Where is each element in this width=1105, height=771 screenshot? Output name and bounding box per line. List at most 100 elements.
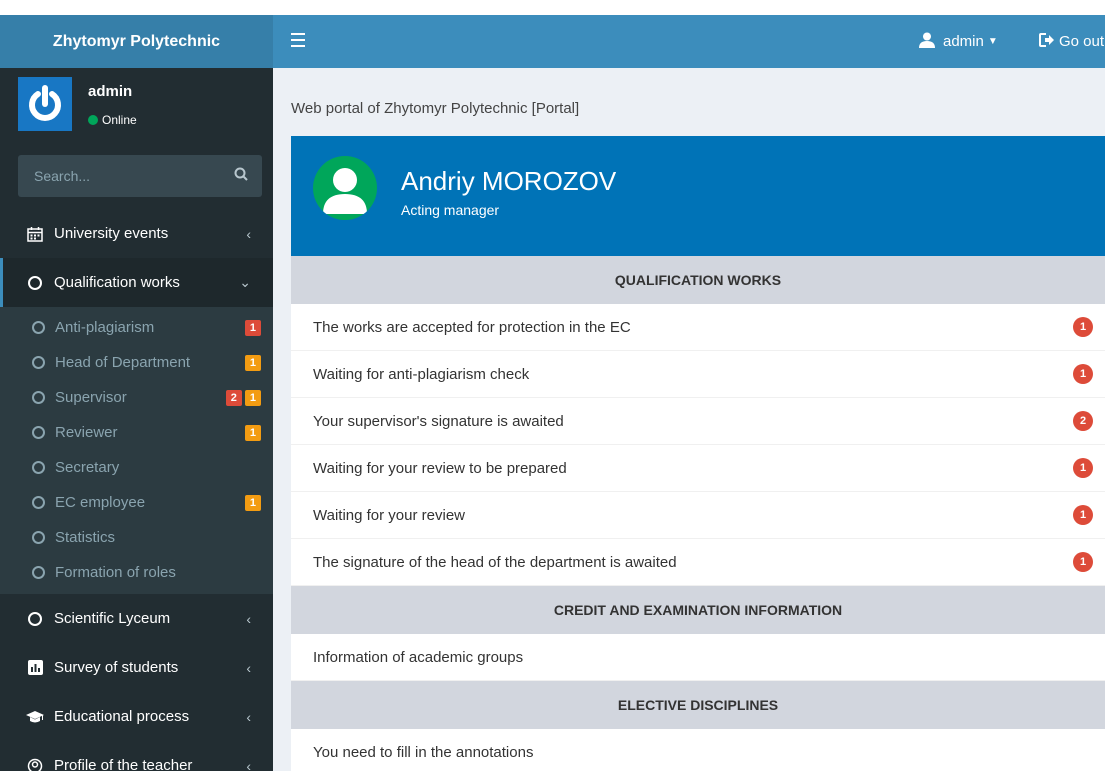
count-badge: 1: [1073, 458, 1093, 478]
count-badge: 2: [1073, 411, 1093, 431]
sidebar-subitem-statistics[interactable]: Statistics: [0, 520, 273, 555]
list-item[interactable]: Information of academic groups: [291, 634, 1105, 681]
list-item-label: Waiting for your review to be prepared: [313, 459, 567, 477]
sidebar-menu: University events ‹ Qualification works …: [0, 209, 273, 771]
sidebar-subitem-label: Secretary: [55, 459, 120, 476]
avatar: [313, 156, 377, 220]
sidebar-subitem-supervisor[interactable]: Supervisor 2 1: [0, 380, 273, 415]
top-navbar: admin ▼ Go out: [273, 15, 1105, 68]
sidebar-item-profile-of-teacher[interactable]: Profile of the teacher ‹: [0, 741, 273, 771]
sidebar-item-label: Educational process: [54, 708, 190, 725]
circle-icon: [32, 496, 45, 509]
list-item-label: Information of academic groups: [313, 648, 524, 666]
section-header-credit: CREDIT AND EXAMINATION INFORMATION: [291, 586, 1105, 634]
list-item[interactable]: Waiting for your review to be prepared 1: [291, 445, 1105, 492]
sign-out-icon: [1039, 32, 1055, 51]
sidebar-subitem-label: Statistics: [55, 529, 116, 546]
sidebar-search: [18, 155, 262, 197]
count-badge: 1: [244, 319, 261, 336]
count-badge: 1: [1073, 317, 1093, 337]
bar-chart-icon: [26, 660, 44, 675]
sidebar-item-scientific-lyceum[interactable]: Scientific Lyceum ‹: [0, 594, 273, 643]
circle-icon: [32, 426, 45, 439]
sidebar-item-label: Scientific Lyceum: [54, 610, 171, 627]
user-icon: [919, 32, 935, 52]
count-badge: 1: [1073, 505, 1093, 525]
list-item-label: The works are accepted for protection in…: [313, 318, 631, 336]
sidebar-item-educational-process[interactable]: Educational process ‹: [0, 692, 273, 741]
count-badge: 1: [244, 354, 261, 371]
sidebar-subitem-ec-employee[interactable]: EC employee 1: [0, 485, 273, 520]
user-panel: admin Online: [0, 68, 273, 155]
calendar-icon: [26, 226, 44, 242]
badge-group: 1: [244, 354, 261, 371]
sidebar-subitem-formation-of-roles[interactable]: Formation of roles: [0, 555, 273, 590]
graduation-cap-icon: [26, 710, 44, 724]
list-item[interactable]: Waiting for your review 1: [291, 492, 1105, 539]
circle-icon: [32, 391, 45, 404]
logout-label: Go out: [1059, 33, 1105, 50]
logout-button[interactable]: Go out: [1039, 15, 1104, 68]
brand-logo[interactable]: Zhytomyr Polytechnic: [0, 15, 273, 68]
sidebar-subitem-head-of-department[interactable]: Head of Department 1: [0, 345, 273, 380]
sidebar-subitem-label: Reviewer: [55, 424, 118, 441]
count-badge: 2: [225, 389, 242, 406]
user-status: Online: [88, 113, 137, 127]
caret-down-icon: ▼: [987, 36, 998, 47]
profile-card: Andriy MOROZOV Acting manager: [291, 136, 1105, 256]
sidebar-item-university-events[interactable]: University events ‹: [0, 209, 273, 258]
sidebar-item-label: Survey of students: [54, 659, 179, 676]
chevron-left-icon: ‹: [246, 708, 251, 725]
user-circle-icon: [26, 758, 44, 771]
count-badge: 1: [244, 389, 261, 406]
list-item[interactable]: The works are accepted for protection in…: [291, 304, 1105, 351]
chevron-down-icon: ⌄: [239, 274, 251, 290]
sidebar-item-survey-of-students[interactable]: Survey of students ‹: [0, 643, 273, 692]
sidebar-subitem-anti-plagiarism[interactable]: Anti-plagiarism 1: [0, 310, 273, 345]
user-status-label: Online: [102, 113, 137, 127]
list-item[interactable]: The signature of the head of the departm…: [291, 539, 1105, 586]
circle-icon: [26, 275, 44, 290]
profile-role: Acting manager: [401, 202, 500, 218]
qualification-submenu: Anti-plagiarism 1 Head of Department 1 S…: [0, 307, 273, 594]
user-dropdown[interactable]: admin ▼: [919, 15, 998, 68]
sidebar: Zhytomyr Polytechnic admin Online Search…: [0, 15, 273, 771]
count-badge: 1: [1073, 364, 1093, 384]
circle-icon: [32, 461, 45, 474]
dashboard-list: QUALIFICATION WORKS The works are accept…: [291, 256, 1105, 771]
sidebar-subitem-label: Anti-plagiarism: [55, 319, 155, 336]
section-header-elective: ELECTIVE DISCIPLINES: [291, 681, 1105, 729]
section-header-qualification: QUALIFICATION WORKS: [291, 256, 1105, 304]
sidebar-subitem-label: Supervisor: [55, 389, 127, 406]
circle-icon: [32, 531, 45, 544]
breadcrumb: Web portal of Zhytomyr Polytechnic [Port…: [291, 100, 580, 117]
chevron-left-icon: ‹: [246, 659, 251, 676]
chevron-left-icon: ‹: [246, 610, 251, 627]
main-content: Web portal of Zhytomyr Polytechnic [Port…: [273, 68, 1105, 771]
sidebar-subitem-secretary[interactable]: Secretary: [0, 450, 273, 485]
circle-icon: [26, 611, 44, 626]
badge-group: 1: [244, 319, 261, 336]
hamburger-menu-icon[interactable]: [291, 33, 305, 47]
sidebar-item-label: Profile of the teacher: [54, 757, 193, 771]
circle-icon: [32, 356, 45, 369]
list-item-label: Waiting for anti-plagiarism check: [313, 365, 530, 383]
search-input[interactable]: [34, 168, 214, 184]
search-icon[interactable]: [234, 167, 248, 185]
list-item[interactable]: Your supervisor's signature is awaited 2: [291, 398, 1105, 445]
badge-group: 1: [244, 424, 261, 441]
sidebar-subitem-label: Head of Department: [55, 354, 191, 371]
count-badge: 1: [1073, 552, 1093, 572]
profile-name: Andriy MOROZOV: [401, 166, 617, 196]
sidebar-subitem-label: Formation of roles: [55, 564, 176, 581]
list-item[interactable]: Waiting for anti-plagiarism check 1: [291, 351, 1105, 398]
list-item-label: You need to fill in the annotations: [313, 743, 534, 761]
count-badge: 1: [244, 494, 261, 511]
list-item[interactable]: You need to fill in the annotations: [291, 729, 1105, 771]
circle-icon: [32, 566, 45, 579]
sidebar-subitem-reviewer[interactable]: Reviewer 1: [0, 415, 273, 450]
chevron-left-icon: ‹: [246, 757, 251, 771]
power-icon: [18, 77, 72, 131]
sidebar-item-qualification-works[interactable]: Qualification works ⌄: [0, 258, 273, 307]
list-item-label: Waiting for your review: [313, 506, 465, 524]
